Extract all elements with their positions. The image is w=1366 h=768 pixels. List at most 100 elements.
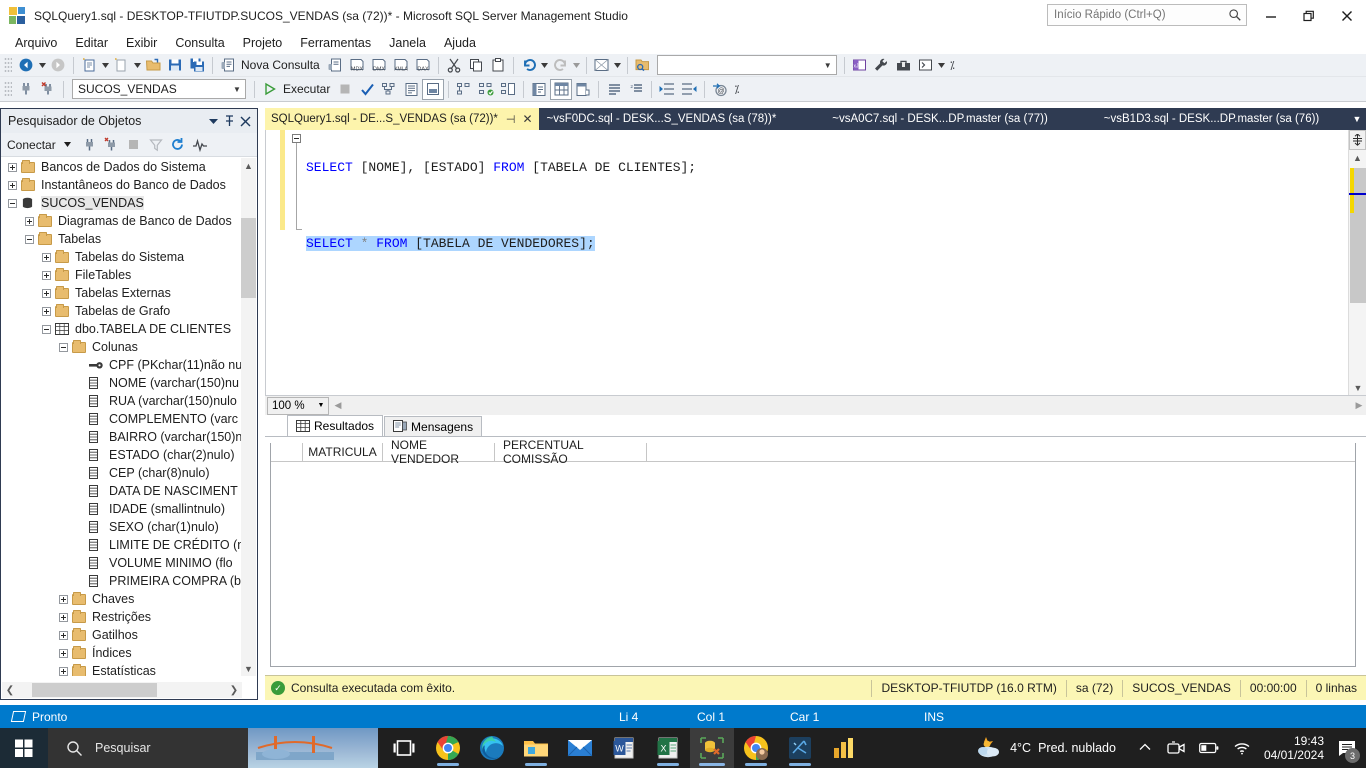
tree-node[interactable]: CPF (PKchar(11)não nu (2, 356, 242, 374)
results-to-file-icon[interactable] (572, 79, 594, 100)
word-icon[interactable]: W (602, 728, 646, 768)
copy-icon[interactable] (465, 55, 487, 76)
expand-node-icon[interactable] (59, 630, 68, 640)
menu-consulta[interactable]: Consulta (166, 34, 233, 52)
activity-monitor-icon[interactable] (190, 135, 210, 155)
intellisense-enabled-icon[interactable] (453, 79, 475, 100)
new-dax-query-icon[interactable]: DAX (412, 55, 434, 76)
execute-label[interactable]: Executar (281, 82, 334, 96)
menu-ajuda[interactable]: Ajuda (435, 34, 485, 52)
tree-node[interactable]: COMPLEMENTO (varc (2, 410, 242, 428)
maximize-button[interactable] (1290, 0, 1328, 32)
new-mdx-query-icon[interactable]: MDX (346, 55, 368, 76)
connect-dropdown-arrow[interactable] (58, 135, 78, 155)
tab-list-dropdown-icon[interactable]: ▼ (1348, 108, 1366, 130)
find-combo[interactable]: ▼ (656, 55, 837, 75)
navigate-backward-icon[interactable] (15, 55, 37, 76)
meet-now-icon[interactable] (1167, 741, 1185, 755)
menu-arquivo[interactable]: Arquivo (6, 34, 66, 52)
object-explorer-horizontal-scrollbar[interactable]: ❮ ❯ (2, 682, 242, 698)
toolbar-overflow-button[interactable]: ⁒ (947, 59, 958, 72)
results-to-grid-icon[interactable] (550, 78, 573, 100)
decrease-indent-icon[interactable] (656, 79, 678, 100)
toolbar-grip[interactable] (4, 57, 12, 73)
solution-explorer-icon[interactable]: xJ (849, 55, 871, 76)
tree-node[interactable]: Chaves (2, 590, 242, 608)
column-header-nome-vendedor[interactable]: NOME VENDEDOR (383, 438, 495, 466)
expand-node-icon[interactable] (59, 612, 68, 622)
database-selector-value[interactable]: SUCOS_VENDAS (78, 82, 229, 96)
tree-node[interactable]: VOLUME MINIMO (flo (2, 554, 242, 572)
power-bi-icon[interactable] (822, 728, 866, 768)
microsoft-edge-icon[interactable] (470, 728, 514, 768)
tree-node[interactable]: LIMITE DE CRÉDITO (m (2, 536, 242, 554)
grid-select-all-corner[interactable] (271, 443, 303, 461)
tree-node[interactable]: CEP (char(8)nulo) (2, 464, 242, 482)
disconnect-icon[interactable] (37, 79, 59, 100)
scrollbar-thumb[interactable] (241, 218, 256, 298)
tree-node[interactable]: Restrições (2, 608, 242, 626)
tree-node[interactable]: PRIMEIRA COMPRA (b (2, 572, 242, 590)
expand-node-icon[interactable] (8, 162, 17, 172)
activity-monitor-dropdown[interactable] (613, 62, 623, 68)
new-item-dropdown[interactable] (132, 62, 142, 68)
show-hidden-icons-chevron-up-icon[interactable] (1139, 742, 1151, 754)
excel-icon[interactable]: X (646, 728, 690, 768)
collapse-node-icon[interactable] (42, 324, 51, 334)
results-to-text-icon[interactable] (528, 79, 550, 100)
tree-node[interactable]: Bancos de Dados do Sistema (2, 158, 242, 176)
save-all-icon[interactable] (186, 55, 208, 76)
collapse-node-icon[interactable] (59, 342, 68, 352)
chrome-profile-icon[interactable] (734, 728, 778, 768)
new-project-icon[interactable] (78, 55, 100, 76)
chevron-down-icon[interactable]: ▼ (314, 402, 328, 409)
comment-lines-icon[interactable] (603, 79, 625, 100)
include-live-query-stats-icon[interactable] (475, 79, 497, 100)
query-options-icon[interactable] (400, 79, 422, 100)
wifi-icon[interactable] (1233, 741, 1251, 755)
include-actual-execution-plan-icon[interactable] (422, 78, 445, 100)
new-dmx-query-icon[interactable]: DMX (368, 55, 390, 76)
start-button[interactable] (0, 728, 48, 768)
scroll-up-icon[interactable]: ▲ (1349, 150, 1366, 165)
toolbox-icon[interactable] (893, 55, 915, 76)
panel-menu-button[interactable] (205, 112, 221, 130)
google-chrome-icon[interactable] (426, 728, 470, 768)
tree-node[interactable]: Tabelas do Sistema (2, 248, 242, 266)
expand-node-icon[interactable] (25, 216, 34, 226)
tree-node[interactable]: Gatilhos (2, 626, 242, 644)
taskbar-search-box[interactable]: Pesquisar (48, 728, 378, 768)
menu-projeto[interactable]: Projeto (234, 34, 292, 52)
tree-node[interactable]: Tabelas (2, 230, 242, 248)
close-tab-icon[interactable]: ✕ (522, 112, 532, 126)
new-xmla-query-icon[interactable]: XMLA (390, 55, 412, 76)
object-explorer-tree[interactable]: Bancos de Dados do Sistema Instantâneos d… (2, 158, 242, 676)
tree-node[interactable]: IDADE (smallintnulo) (2, 500, 242, 518)
task-view-icon[interactable] (382, 728, 426, 768)
scroll-left-icon[interactable]: ❮ (2, 685, 18, 696)
battery-icon[interactable] (1199, 742, 1219, 754)
editor-vertical-scrollbar[interactable]: ▲ ▼ (1348, 130, 1366, 395)
menu-editar[interactable]: Editar (66, 34, 117, 52)
new-project-dropdown[interactable] (100, 62, 110, 68)
tree-node[interactable]: RUA (varchar(150)nulo (2, 392, 242, 410)
tree-node[interactable]: Índices (2, 644, 242, 662)
connect-icon[interactable] (15, 79, 37, 100)
close-icon[interactable] (237, 112, 253, 130)
undo-dropdown[interactable] (540, 62, 550, 68)
menu-exibir[interactable]: Exibir (117, 34, 166, 52)
refresh-icon[interactable] (168, 135, 188, 155)
column-header-matricula[interactable]: MATRICULA (303, 443, 383, 461)
mail-icon[interactable] (558, 728, 602, 768)
tree-node[interactable]: Colunas (2, 338, 242, 356)
database-selector[interactable]: SUCOS_VENDAS ▼ (72, 79, 246, 99)
tree-node[interactable]: Instantâneos do Banco de Dados (2, 176, 242, 194)
file-explorer-icon[interactable] (514, 728, 558, 768)
object-explorer-vertical-scrollbar[interactable]: ▲ ▼ (241, 158, 256, 676)
chevron-down-icon[interactable]: ▼ (229, 85, 245, 94)
notification-center-button[interactable]: 3 (1334, 728, 1360, 768)
cut-icon[interactable] (443, 55, 465, 76)
navigate-backward-dropdown[interactable] (37, 62, 47, 68)
scroll-up-icon[interactable]: ▲ (241, 158, 256, 173)
collapse-node-icon[interactable] (25, 234, 34, 244)
